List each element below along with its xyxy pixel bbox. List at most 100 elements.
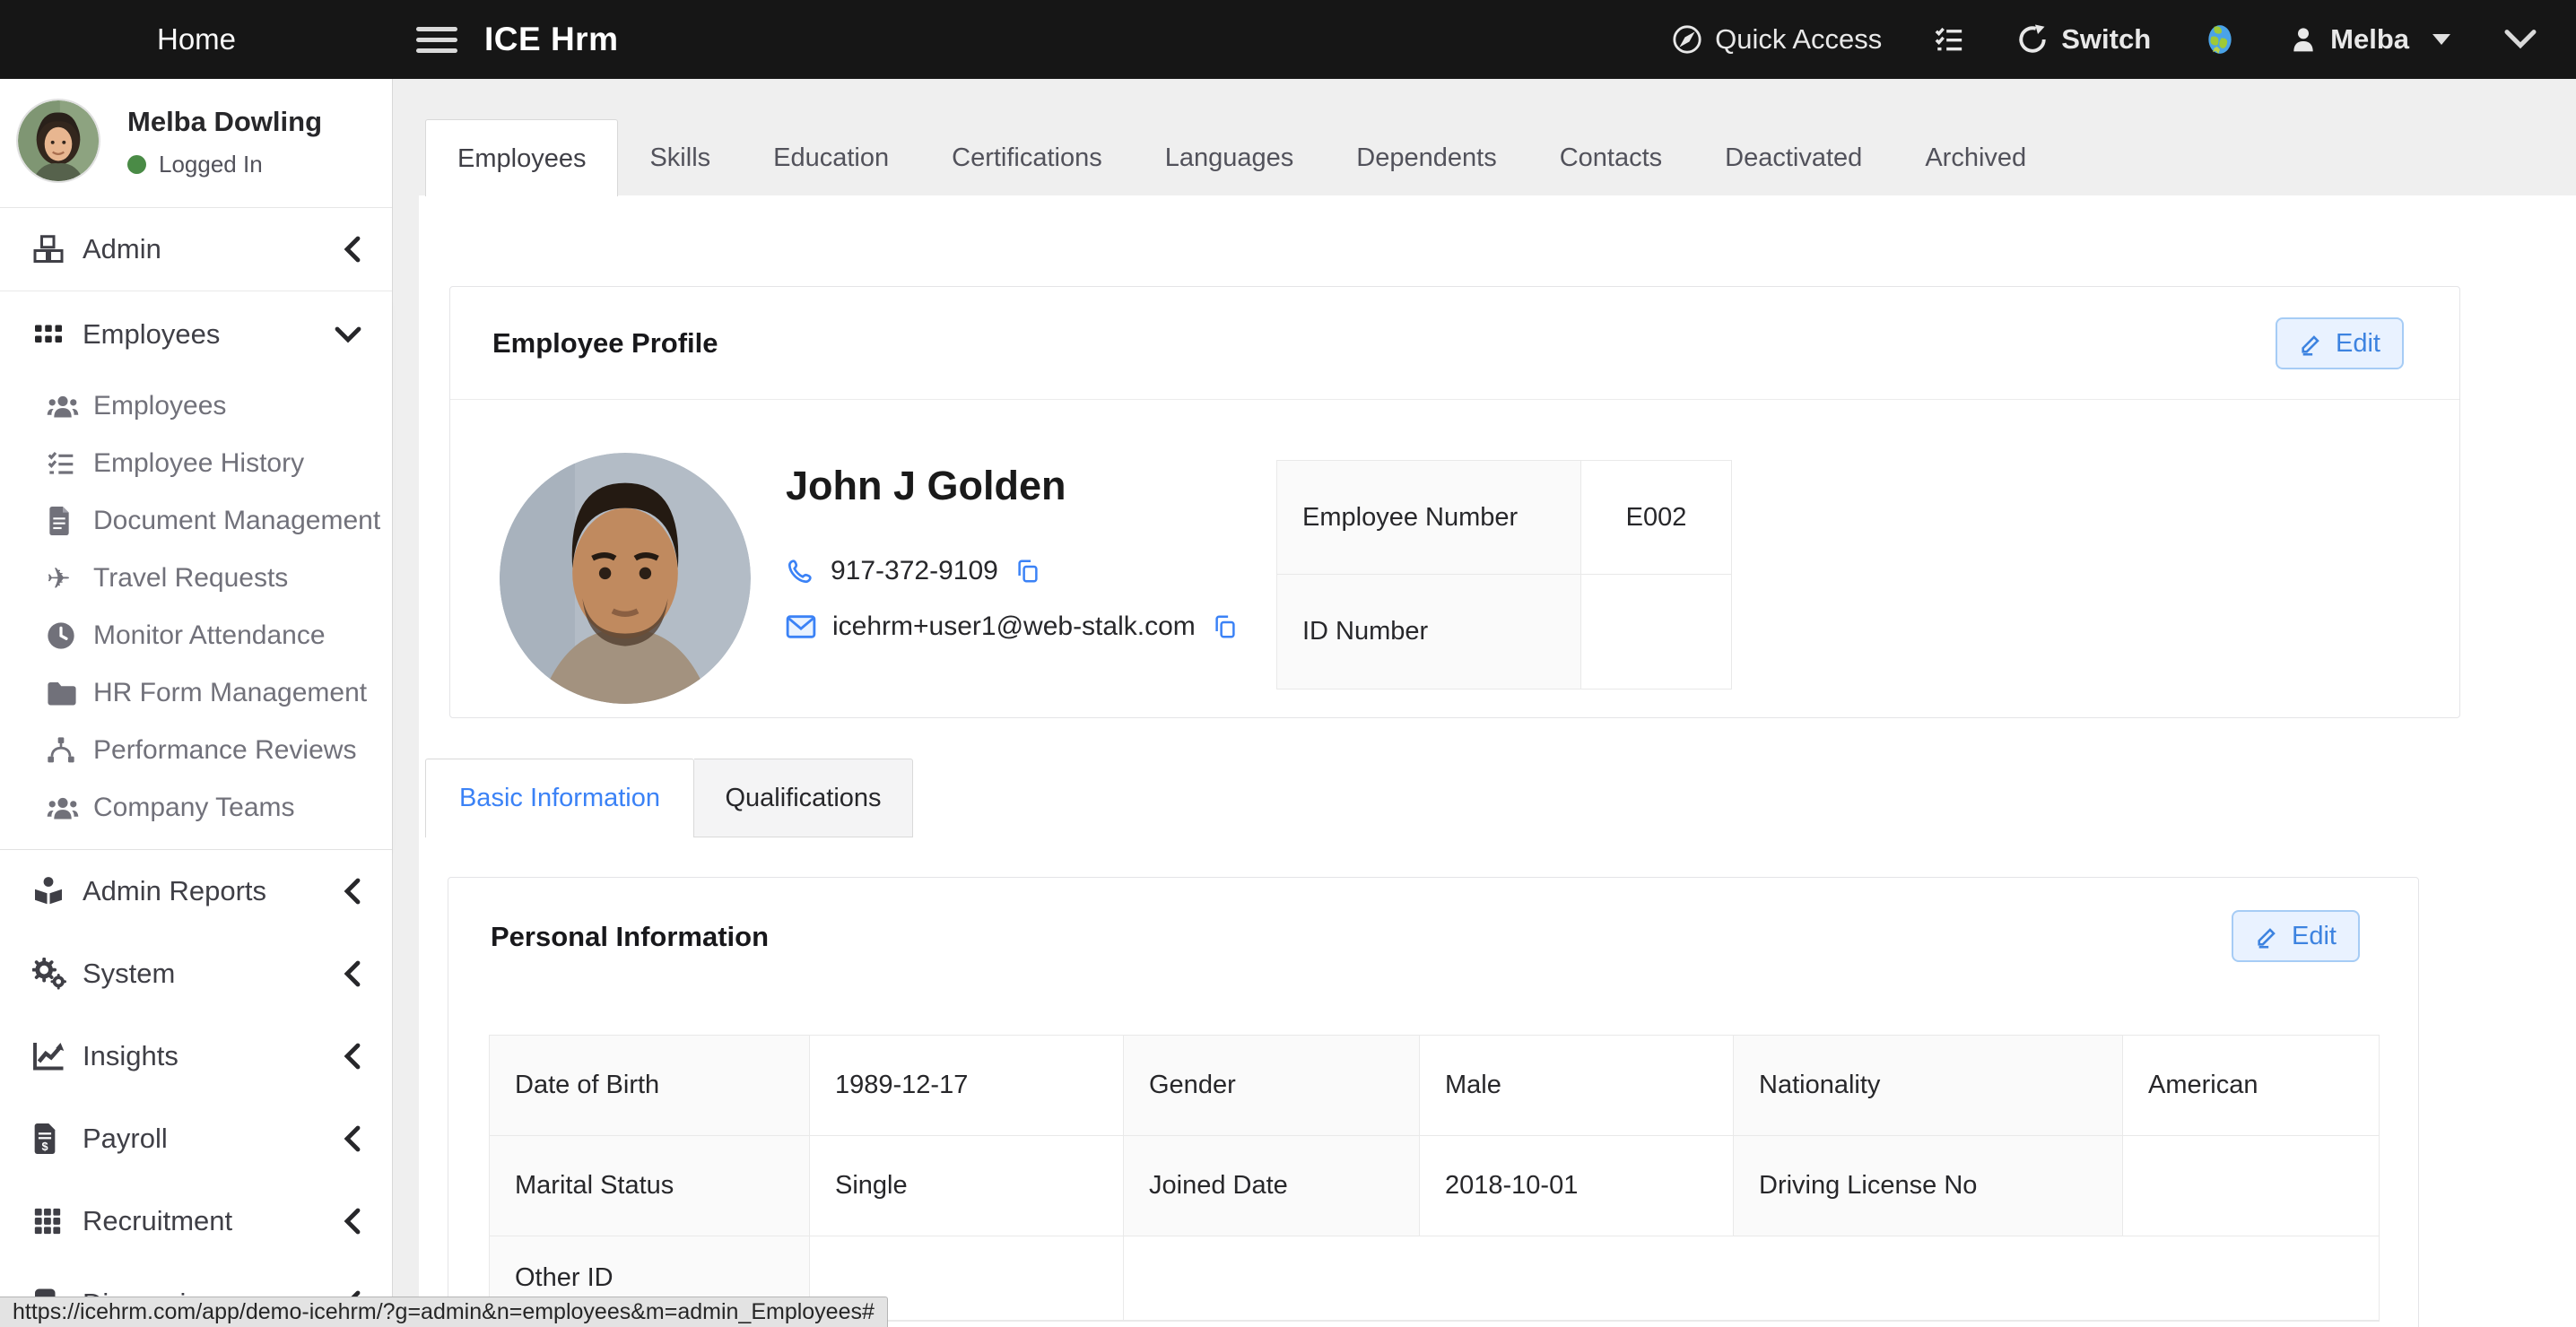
tab-deactivated[interactable]: Deactivated bbox=[1693, 119, 1893, 196]
sidebar-item-label: Travel Requests bbox=[93, 563, 288, 594]
subtab-basic-information[interactable]: Basic Information bbox=[425, 759, 694, 837]
document-icon bbox=[47, 507, 93, 535]
sidebar-group-system[interactable]: System bbox=[0, 932, 392, 1015]
employee-profile-body: John J Golden 917-372-9109 icehrm+user1@… bbox=[450, 400, 2459, 717]
employee-phone-row: 917-372-9109 bbox=[786, 556, 1041, 586]
field-value bbox=[2123, 1136, 2379, 1236]
sidebar-item-label: HR Form Management bbox=[93, 678, 367, 708]
chevron-left-icon bbox=[344, 1125, 361, 1152]
status-url: https://icehrm.com/app/demo-icehrm/?g=ad… bbox=[13, 1299, 875, 1325]
book-reader-icon bbox=[32, 875, 83, 907]
users-icon bbox=[47, 393, 93, 420]
field-value: Single bbox=[810, 1136, 1124, 1236]
tab-content-panel: Employee Profile Edit bbox=[419, 195, 2576, 1327]
sidebar-group-label: System bbox=[83, 958, 175, 990]
employee-profile-card: Employee Profile Edit bbox=[449, 286, 2460, 718]
switch-rotate-icon bbox=[2016, 23, 2049, 56]
tasks-button[interactable] bbox=[1934, 24, 1964, 55]
employee-phone[interactable]: 917-372-9109 bbox=[831, 556, 998, 586]
sidebar-item-travel-requests[interactable]: ✈ Travel Requests bbox=[0, 550, 392, 607]
task-list-icon bbox=[1934, 24, 1964, 55]
sidebar-item-performance-reviews[interactable]: Performance Reviews bbox=[0, 722, 392, 779]
copy-email-icon[interactable] bbox=[1212, 613, 1239, 640]
grid-3x3-icon bbox=[32, 1206, 83, 1236]
edit-profile-button[interactable]: Edit bbox=[2276, 317, 2404, 369]
quick-access-label: Quick Access bbox=[1715, 23, 1882, 56]
sidebar-group-admin[interactable]: Admin bbox=[0, 208, 392, 291]
sidebar-group-employees[interactable]: Employees bbox=[0, 291, 392, 377]
grid-icon bbox=[32, 318, 83, 351]
tab-employees[interactable]: Employees bbox=[425, 119, 618, 196]
sidebar-item-label: Employee History bbox=[93, 448, 304, 479]
edit-personal-information-button[interactable]: Edit bbox=[2232, 910, 2360, 962]
app-title: ICE Hrm bbox=[484, 21, 618, 58]
personal-information-header: Personal Information Edit bbox=[448, 878, 2418, 996]
tab-certifications[interactable]: Certifications bbox=[920, 119, 1134, 196]
field-value: 1989-12-17 bbox=[810, 1036, 1124, 1136]
sidebar-item-employee-history[interactable]: Employee History bbox=[0, 435, 392, 492]
field-label: Gender bbox=[1124, 1036, 1420, 1136]
sidebar-item-monitor-attendance[interactable]: Monitor Attendance bbox=[0, 607, 392, 664]
sidebar-item-hr-form-management[interactable]: HR Form Management bbox=[0, 664, 392, 722]
language-button[interactable] bbox=[2203, 22, 2237, 56]
pencil-icon bbox=[2255, 924, 2280, 949]
folder-icon bbox=[47, 681, 93, 706]
copy-phone-icon[interactable] bbox=[1014, 558, 1041, 585]
summary-label: Employee Number bbox=[1277, 461, 1581, 575]
sidebar-user-name: Melba Dowling bbox=[127, 106, 322, 138]
section-title: Employee Profile bbox=[492, 287, 718, 400]
clock-icon bbox=[47, 621, 93, 650]
sidebar-item-label: Performance Reviews bbox=[93, 735, 356, 766]
sidebar-item-label: Monitor Attendance bbox=[93, 620, 326, 651]
field-label: Marital Status bbox=[490, 1136, 810, 1236]
chevron-left-icon bbox=[344, 1208, 361, 1235]
sidebar-group-recruitment[interactable]: Recruitment bbox=[0, 1180, 392, 1262]
chevron-down-icon bbox=[335, 325, 361, 343]
subtab-qualifications[interactable]: Qualifications bbox=[694, 759, 913, 837]
sidebar-item-label: Document Management bbox=[93, 506, 380, 536]
sidebar-group-label: Insights bbox=[83, 1040, 178, 1072]
employee-email[interactable]: icehrm+user1@web-stalk.com bbox=[832, 611, 1196, 642]
tab-languages[interactable]: Languages bbox=[1134, 119, 1326, 196]
tab-contacts[interactable]: Contacts bbox=[1528, 119, 1693, 196]
sidebar-group-employees-expanded: Employees Employees Employee History Doc… bbox=[0, 291, 392, 850]
envelope-icon bbox=[786, 614, 816, 639]
user-label: Melba bbox=[2330, 23, 2409, 56]
sidebar-group-admin-reports[interactable]: Admin Reports bbox=[0, 850, 392, 932]
field-label: Joined Date bbox=[1124, 1136, 1420, 1236]
sidebar-item-employees[interactable]: Employees bbox=[0, 377, 392, 435]
field-label: Date of Birth bbox=[490, 1036, 810, 1136]
module-tabbar: Employees Skills Education Certification… bbox=[425, 119, 2058, 196]
empty-cell bbox=[1124, 1236, 2379, 1321]
sidebar-group-label: Admin bbox=[83, 233, 161, 265]
switch-label: Switch bbox=[2061, 23, 2151, 56]
sidebar-group-label: Admin Reports bbox=[83, 875, 266, 907]
quick-access-button[interactable]: Quick Access bbox=[1672, 23, 1882, 56]
sidebar-item-label: Company Teams bbox=[93, 793, 295, 823]
tab-education[interactable]: Education bbox=[742, 119, 920, 196]
sidebar-group-payroll[interactable]: $ Payroll bbox=[0, 1097, 392, 1180]
sidebar-item-company-teams[interactable]: Company Teams bbox=[0, 779, 392, 837]
tab-archived[interactable]: Archived bbox=[1893, 119, 2058, 196]
main-content: Employees Skills Education Certification… bbox=[393, 79, 2576, 1327]
sidebar-item-document-management[interactable]: Document Management bbox=[0, 492, 392, 550]
user-icon bbox=[2289, 25, 2318, 54]
field-value: 2018-10-01 bbox=[1420, 1136, 1734, 1236]
user-menu[interactable]: Melba bbox=[2289, 23, 2450, 56]
employee-profile-header: Employee Profile Edit bbox=[450, 287, 2459, 400]
avatar bbox=[16, 99, 100, 183]
globe-language-icon bbox=[2203, 22, 2237, 56]
collapse-topbar-button[interactable] bbox=[2502, 27, 2538, 52]
tab-skills[interactable]: Skills bbox=[618, 119, 742, 196]
sidebar-user-status: Logged In bbox=[127, 151, 263, 178]
home-link[interactable]: Home bbox=[0, 22, 393, 56]
tab-dependents[interactable]: Dependents bbox=[1325, 119, 1527, 196]
switch-button[interactable]: Switch bbox=[2016, 23, 2151, 56]
hamburger-menu-icon[interactable] bbox=[416, 27, 457, 53]
profile-subtabs: Basic Information Qualifications bbox=[425, 759, 913, 837]
sidebar-group-insights[interactable]: Insights bbox=[0, 1015, 392, 1097]
payroll-invoice-icon: $ bbox=[32, 1123, 83, 1154]
topbar-actions: Quick Access Switch Melba bbox=[1672, 22, 2576, 56]
status-dot bbox=[127, 155, 146, 174]
section-title: Personal Information bbox=[491, 878, 769, 996]
